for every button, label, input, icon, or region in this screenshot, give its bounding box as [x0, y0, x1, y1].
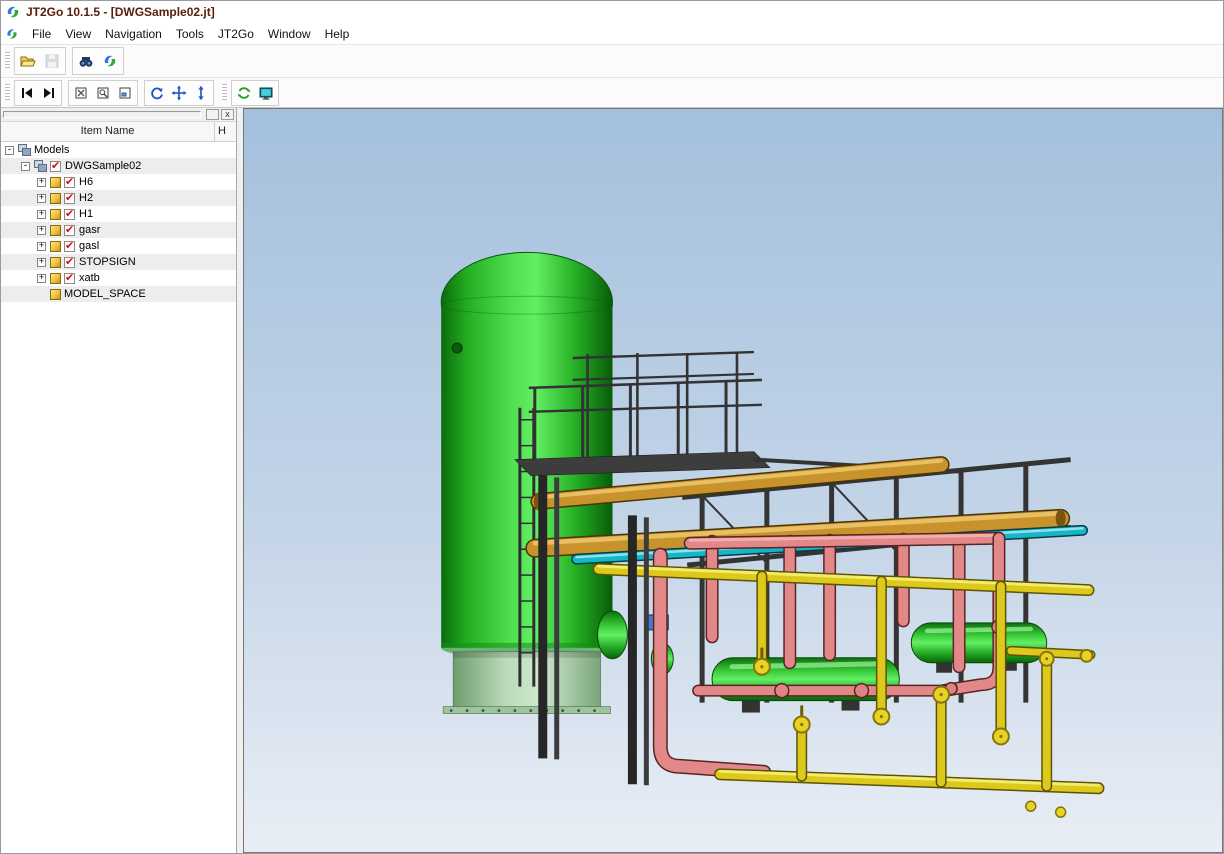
- panel-close-button[interactable]: x: [221, 109, 234, 120]
- visibility-checkbox[interactable]: ✔: [64, 273, 75, 284]
- part-icon: [50, 225, 61, 236]
- app-logo-icon: [5, 4, 21, 20]
- expander-minus-icon[interactable]: -: [5, 146, 14, 155]
- tank-skirt: [453, 652, 600, 708]
- assembly-icon: [18, 144, 31, 156]
- visibility-checkbox[interactable]: ✔: [64, 257, 75, 268]
- tree-item-label: Models: [34, 144, 73, 156]
- part-icon: [50, 273, 61, 284]
- first-frame-icon[interactable]: [16, 82, 38, 104]
- expander-plus-icon[interactable]: +: [37, 194, 46, 203]
- tree-item-gasr[interactable]: + ✔ gasr: [1, 222, 236, 238]
- panel-drag-handle[interactable]: [3, 111, 201, 118]
- expander-plus-icon[interactable]: +: [37, 258, 46, 267]
- assembly-icon: [34, 160, 47, 172]
- menu-file[interactable]: File: [25, 25, 58, 43]
- part-icon: [50, 241, 61, 252]
- toolbar-grip[interactable]: [5, 84, 10, 102]
- menu-help[interactable]: Help: [318, 25, 357, 43]
- viewport-3d[interactable]: [243, 108, 1223, 853]
- part-icon: [50, 289, 61, 300]
- panel-strip: x: [1, 108, 236, 122]
- reset-view-icon[interactable]: [233, 82, 255, 104]
- model-tree-panel: x Item Name H -Models-✔DWGSample02+✔H6+✔…: [1, 108, 237, 853]
- content-area: x Item Name H -Models-✔DWGSample02+✔H6+✔…: [1, 108, 1223, 853]
- tree-header-item-name[interactable]: Item Name: [1, 122, 215, 141]
- expander-plus-icon[interactable]: +: [37, 210, 46, 219]
- toolbar-standard: [1, 45, 1223, 78]
- tree-item-label: gasl: [79, 240, 103, 252]
- app-window: JT2Go 10.1.5 - [DWGSample02.jt] FileView…: [0, 0, 1224, 854]
- pan-icon[interactable]: [168, 82, 190, 104]
- tree-item-label: xatb: [79, 272, 104, 284]
- save-icon: [40, 49, 64, 73]
- menubar-items: FileViewNavigationToolsJT2GoWindowHelp: [25, 25, 356, 43]
- part-icon: [50, 193, 61, 204]
- tree-item-label: STOPSIGN: [79, 256, 140, 268]
- tree-item-Models[interactable]: - Models: [1, 142, 236, 158]
- part-icon: [50, 257, 61, 268]
- visibility-checkbox[interactable]: ✔: [50, 161, 61, 172]
- part-icon: [50, 177, 61, 188]
- fit-view-icon[interactable]: [114, 82, 136, 104]
- menu-view[interactable]: View: [58, 25, 98, 43]
- expander-plus-icon[interactable]: +: [37, 178, 46, 187]
- visibility-checkbox[interactable]: ✔: [64, 241, 75, 252]
- tree-item-DWGSample02[interactable]: - ✔ DWGSample02: [1, 158, 236, 174]
- tree-header: Item Name H: [1, 122, 236, 142]
- toolbar-navigation: [1, 78, 1223, 108]
- expander-minus-icon[interactable]: -: [21, 162, 30, 171]
- tree-item-xatb[interactable]: + ✔ xatb: [1, 270, 236, 286]
- tree-item-label: gasr: [79, 224, 104, 236]
- rotate-icon[interactable]: [146, 82, 168, 104]
- part-icon: [50, 209, 61, 220]
- visibility-checkbox[interactable]: ✔: [64, 193, 75, 204]
- titlebar: JT2Go 10.1.5 - [DWGSample02.jt]: [1, 1, 1223, 23]
- select-box-icon[interactable]: [70, 82, 92, 104]
- zoom-area-icon[interactable]: [92, 82, 114, 104]
- visibility-checkbox[interactable]: ✔: [64, 225, 75, 236]
- menu-navigation[interactable]: Navigation: [98, 25, 169, 43]
- expander-plus-icon[interactable]: +: [37, 226, 46, 235]
- document-menu-icon[interactable]: [5, 27, 19, 41]
- monitor-icon[interactable]: [255, 82, 277, 104]
- toolbar-grip[interactable]: [222, 84, 227, 102]
- visibility-checkbox[interactable]: ✔: [64, 209, 75, 220]
- tree-item-label: H6: [79, 176, 97, 188]
- binoculars-icon[interactable]: [74, 49, 98, 73]
- storage-tank: [441, 252, 612, 713]
- expander-plus-icon[interactable]: +: [37, 274, 46, 283]
- tree-item-H1[interactable]: + ✔ H1: [1, 206, 236, 222]
- tree-item-label: H1: [79, 208, 97, 220]
- menubar: FileViewNavigationToolsJT2GoWindowHelp: [1, 23, 1223, 45]
- last-frame-icon[interactable]: [38, 82, 60, 104]
- tree-header-col2[interactable]: H: [215, 122, 236, 141]
- tree-item-MODEL_SPACE[interactable]: MODEL_SPACE: [1, 286, 236, 302]
- menu-window[interactable]: Window: [261, 25, 318, 43]
- tree-item-label: MODEL_SPACE: [64, 288, 150, 300]
- tree-item-H6[interactable]: + ✔ H6: [1, 174, 236, 190]
- open-folder-icon[interactable]: [16, 49, 40, 73]
- toolbar-grip[interactable]: [5, 52, 10, 70]
- tree-item-label: DWGSample02: [65, 160, 145, 172]
- tree-item-gasl[interactable]: + ✔ gasl: [1, 238, 236, 254]
- menu-tools[interactable]: Tools: [169, 25, 211, 43]
- tree-item-STOPSIGN[interactable]: + ✔ STOPSIGN: [1, 254, 236, 270]
- visibility-checkbox[interactable]: ✔: [64, 177, 75, 188]
- menu-jt2go[interactable]: JT2Go: [211, 25, 261, 43]
- jt2go-logo-icon[interactable]: [98, 49, 122, 73]
- zoom-updown-icon[interactable]: [190, 82, 212, 104]
- window-title: JT2Go 10.1.5 - [DWGSample02.jt]: [26, 5, 215, 19]
- tree-item-H2[interactable]: + ✔ H2: [1, 190, 236, 206]
- panel-pin-button[interactable]: [206, 109, 219, 120]
- tree-rows: -Models-✔DWGSample02+✔H6+✔H2+✔H1+✔gasr+✔…: [1, 142, 236, 302]
- tree-item-label: H2: [79, 192, 97, 204]
- viewport-3d-scene: [244, 109, 1222, 852]
- expander-plus-icon[interactable]: +: [37, 242, 46, 251]
